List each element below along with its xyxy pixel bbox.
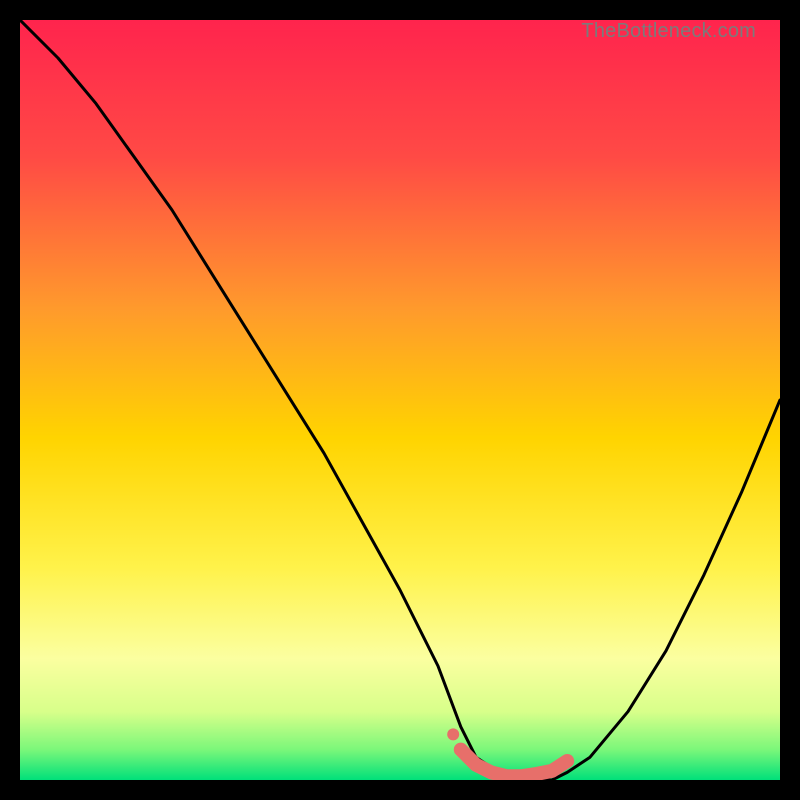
chart-overlay <box>20 20 780 780</box>
optimal-range-band <box>461 750 567 777</box>
bottleneck-curve-path <box>20 20 780 780</box>
bottleneck-curve <box>20 20 780 780</box>
optimal-range-start-dot <box>447 728 459 740</box>
watermark-text: TheBottleneck.com <box>581 20 756 43</box>
chart-frame: TheBottleneck.com <box>20 20 780 780</box>
